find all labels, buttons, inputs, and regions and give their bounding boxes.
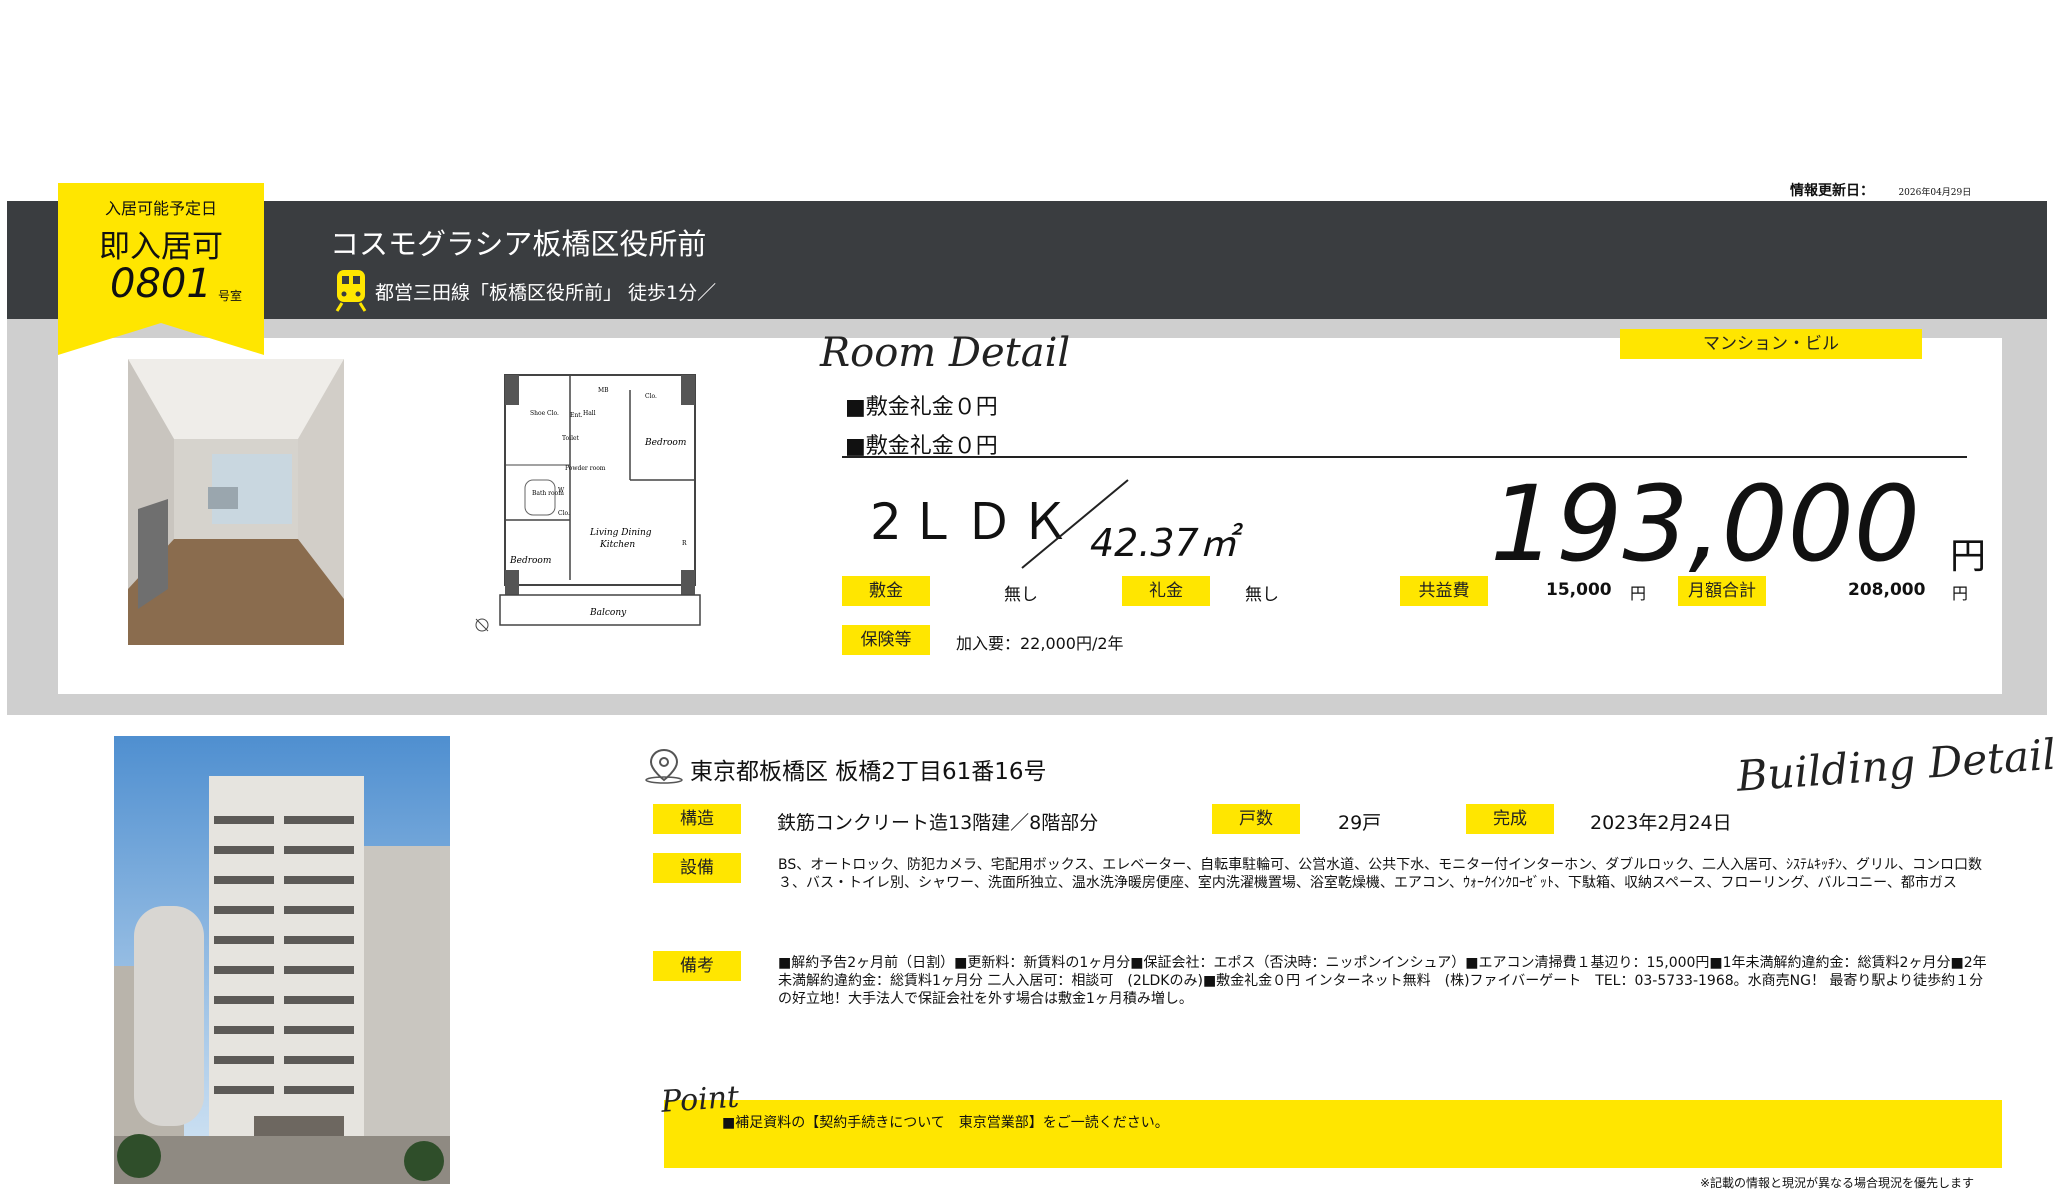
svg-text:MB: MB	[598, 387, 609, 394]
svg-text:Balcony: Balcony	[589, 608, 627, 618]
built-value: 2023年2月24日	[1590, 812, 1732, 834]
svg-text:Bedroom: Bedroom	[644, 438, 686, 448]
svg-text:Bedroom: Bedroom	[509, 556, 551, 566]
svg-text:W: W	[558, 487, 565, 494]
room-suffix: 号室	[218, 289, 243, 303]
info-update-label: 情報更新日：	[1790, 183, 1874, 199]
key-money-label: 礼金	[1122, 576, 1210, 606]
floor-plan: Bedroom Living Dining Kitchen Bedroom Ba…	[470, 370, 710, 640]
point-text: ■補足資料の【契約手続きについて 東京営業部】をご一読ください。	[722, 1115, 1169, 1131]
info-update: 情報更新日： 2026年04月29日	[1790, 180, 1971, 200]
move-in-label: 入居可能予定日	[104, 199, 217, 218]
property-type-tag: マンション・ビル	[1620, 329, 1922, 359]
svg-text:Ent.: Ent.	[570, 412, 583, 419]
area: 42.37㎡	[1090, 521, 1237, 565]
units-value: 29戸	[1338, 812, 1382, 834]
room-number: 0801	[110, 261, 212, 307]
structure-value: 鉄筋コンクリート造13階建／8階部分	[777, 812, 1099, 834]
room-detail-heading: Room Detail	[820, 330, 1071, 376]
location-pin-icon	[644, 748, 684, 784]
svg-text:Clo.: Clo.	[645, 393, 657, 400]
monthly-total-label: 月額合計	[1678, 576, 1766, 606]
units-label: 戸数	[1212, 804, 1300, 834]
svg-text:Powder room: Powder room	[565, 465, 606, 472]
point-box	[664, 1100, 2002, 1168]
remarks-value: ■解約予告2ヶ月前（日割）■更新料：新賃料の1ヶ月分■保証会社：エポス（否決時：…	[778, 955, 1987, 1007]
divider	[842, 456, 1967, 458]
room-photo	[128, 359, 344, 645]
equipment-value: BS、オートロック、防犯カメラ、宅配用ボックス、エレベーター、自転車駐輪可、公営…	[778, 857, 1983, 891]
room-note-1: ■敷金礼金０円	[845, 395, 998, 420]
remarks-label: 備考	[653, 951, 741, 981]
rent-unit: 円	[1950, 536, 1987, 577]
svg-text:Clo.: Clo.	[558, 510, 570, 517]
svg-text:Living Dining: Living Dining	[589, 528, 652, 538]
insurance-value: 加入要：22,000円/2年	[956, 634, 1124, 653]
access-text: 都営三田線「板橋区役所前」 徒歩1分／	[375, 282, 717, 304]
monthly-total-unit: 円	[1952, 584, 1969, 603]
svg-text:Toilet: Toilet	[562, 435, 580, 442]
info-update-date: 2026年04月29日	[1898, 188, 1972, 198]
insurance-label: 保険等	[842, 625, 930, 655]
train-icon	[334, 268, 368, 312]
built-label: 完成	[1466, 804, 1554, 834]
address: 東京都板橋区 板橋2丁目61番16号	[690, 759, 1047, 785]
svg-text:Hall: Hall	[583, 410, 596, 417]
common-fee-value: 15,000	[1546, 580, 1612, 600]
equipment-label: 設備	[653, 853, 741, 883]
monthly-total-value: 208,000	[1848, 580, 1926, 600]
building-detail-heading: Building Detail	[1735, 729, 2056, 801]
key-money-value: 無し	[1245, 585, 1279, 605]
header-bar	[7, 201, 2047, 319]
svg-text:R: R	[682, 540, 687, 547]
common-fee-label: 共益費	[1400, 576, 1488, 606]
common-fee-unit: 円	[1630, 584, 1647, 603]
move-in-value: 即入居可	[99, 229, 223, 265]
deposit-label: 敷金	[842, 576, 930, 606]
building-photo	[114, 736, 450, 1184]
svg-text:Kitchen: Kitchen	[599, 540, 635, 550]
move-in-badge: 入居可能予定日 即入居可 0801 号室	[58, 183, 264, 355]
structure-label: 構造	[653, 804, 741, 834]
deposit-value: 無し	[1004, 585, 1038, 605]
building-name: コスモグラシア板橋区役所前	[330, 227, 707, 261]
rent-amount: 193,000	[1490, 463, 1921, 585]
svg-text:Shoe Clo.: Shoe Clo.	[530, 410, 559, 417]
